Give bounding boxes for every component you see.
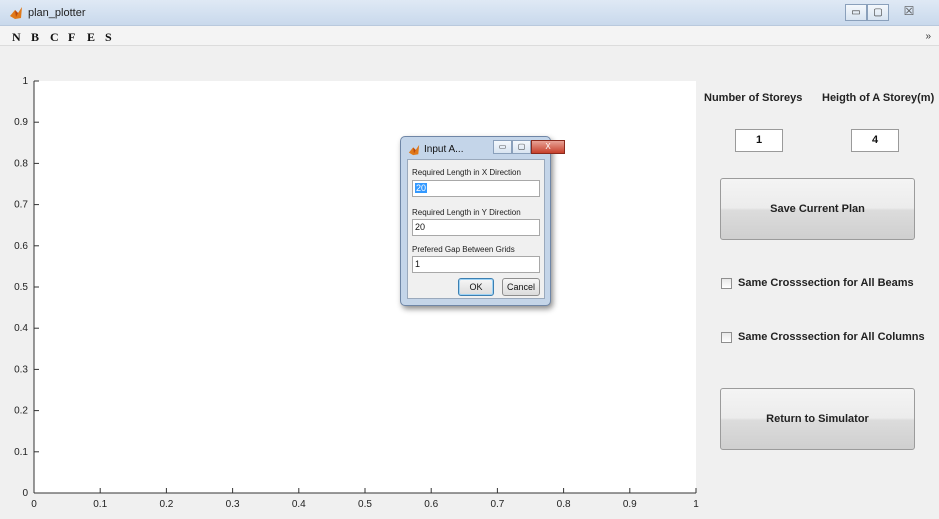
x-tick-label: 0.9 — [623, 499, 637, 510]
matlab-dialog-icon — [408, 144, 420, 156]
dialog-title: Input A... — [424, 144, 464, 155]
dialog-body: Required Length in X Direction 20 Requir… — [407, 159, 545, 299]
input-dialog: Input A... ▭ ▢ X Required Length in X Di… — [400, 136, 565, 306]
x-tick-label: 0.7 — [490, 499, 504, 510]
return-to-simulator-button[interactable]: Return to Simulator — [720, 388, 915, 450]
storeys-input[interactable]: 1 — [735, 129, 783, 152]
y-tick-label: 0.3 — [14, 364, 28, 375]
x-tick-label: 0.6 — [424, 499, 438, 510]
x-tick-label: 0.3 — [226, 499, 240, 510]
grid-gap-input[interactable]: 1 — [412, 256, 540, 273]
save-current-plan-button[interactable]: Save Current Plan — [720, 178, 915, 240]
y-tick-label: 0.7 — [14, 200, 28, 211]
y-tick-label: 0.4 — [14, 323, 28, 334]
beams-checkbox-label: Same Crosssection for All Beams — [738, 277, 914, 289]
y-length-input[interactable]: 20 — [412, 219, 540, 236]
y-tick-label: 0.5 — [14, 282, 28, 293]
dialog-minimize-button[interactable]: ▭ — [493, 140, 512, 154]
x-length-value: 20 — [415, 183, 428, 193]
y-tick-label: 1 — [22, 76, 28, 87]
beams-checkbox[interactable] — [721, 277, 732, 289]
x-tick-label: 0.5 — [358, 499, 372, 510]
x-tick-label: 1 — [693, 499, 699, 510]
dialog-close-button[interactable]: X — [531, 140, 565, 154]
x-tick-label: 0.8 — [557, 499, 571, 510]
storey-height-label: Heigth of A Storey(m) — [822, 92, 935, 104]
ok-button[interactable]: OK — [458, 278, 494, 296]
beams-checkbox-row[interactable]: Same Crosssection for All Beams — [721, 277, 914, 289]
columns-checkbox-row[interactable]: Same Crosssection for All Columns — [721, 331, 925, 343]
x-tick-label: 0.4 — [292, 499, 306, 510]
y-tick-label: 0.1 — [14, 447, 28, 458]
y-tick-label: 0.9 — [14, 117, 28, 128]
x-length-input[interactable]: 20 — [412, 180, 540, 197]
y-length-label: Required Length in Y Direction — [412, 208, 521, 217]
x-tick-label: 0 — [31, 499, 37, 510]
x-length-label: Required Length in X Direction — [412, 168, 521, 177]
y-tick-label: 0 — [22, 488, 28, 499]
x-tick-label: 0.1 — [93, 499, 107, 510]
x-tick-label: 0.2 — [159, 499, 173, 510]
y-tick-label: 0.6 — [14, 241, 28, 252]
dialog-maximize-button[interactable]: ▢ — [512, 140, 531, 154]
columns-checkbox-label: Same Crosssection for All Columns — [738, 331, 925, 343]
grid-gap-label: Prefered Gap Between Grids — [412, 245, 515, 254]
storeys-label: Number of Storeys — [704, 92, 803, 104]
dialog-window-controls: ▭ ▢ X — [493, 140, 565, 154]
y-tick-label: 0.8 — [14, 158, 28, 169]
columns-checkbox[interactable] — [721, 331, 732, 343]
storey-height-input[interactable]: 4 — [851, 129, 899, 152]
y-tick-label: 0.2 — [14, 406, 28, 417]
cancel-button[interactable]: Cancel — [502, 278, 540, 296]
